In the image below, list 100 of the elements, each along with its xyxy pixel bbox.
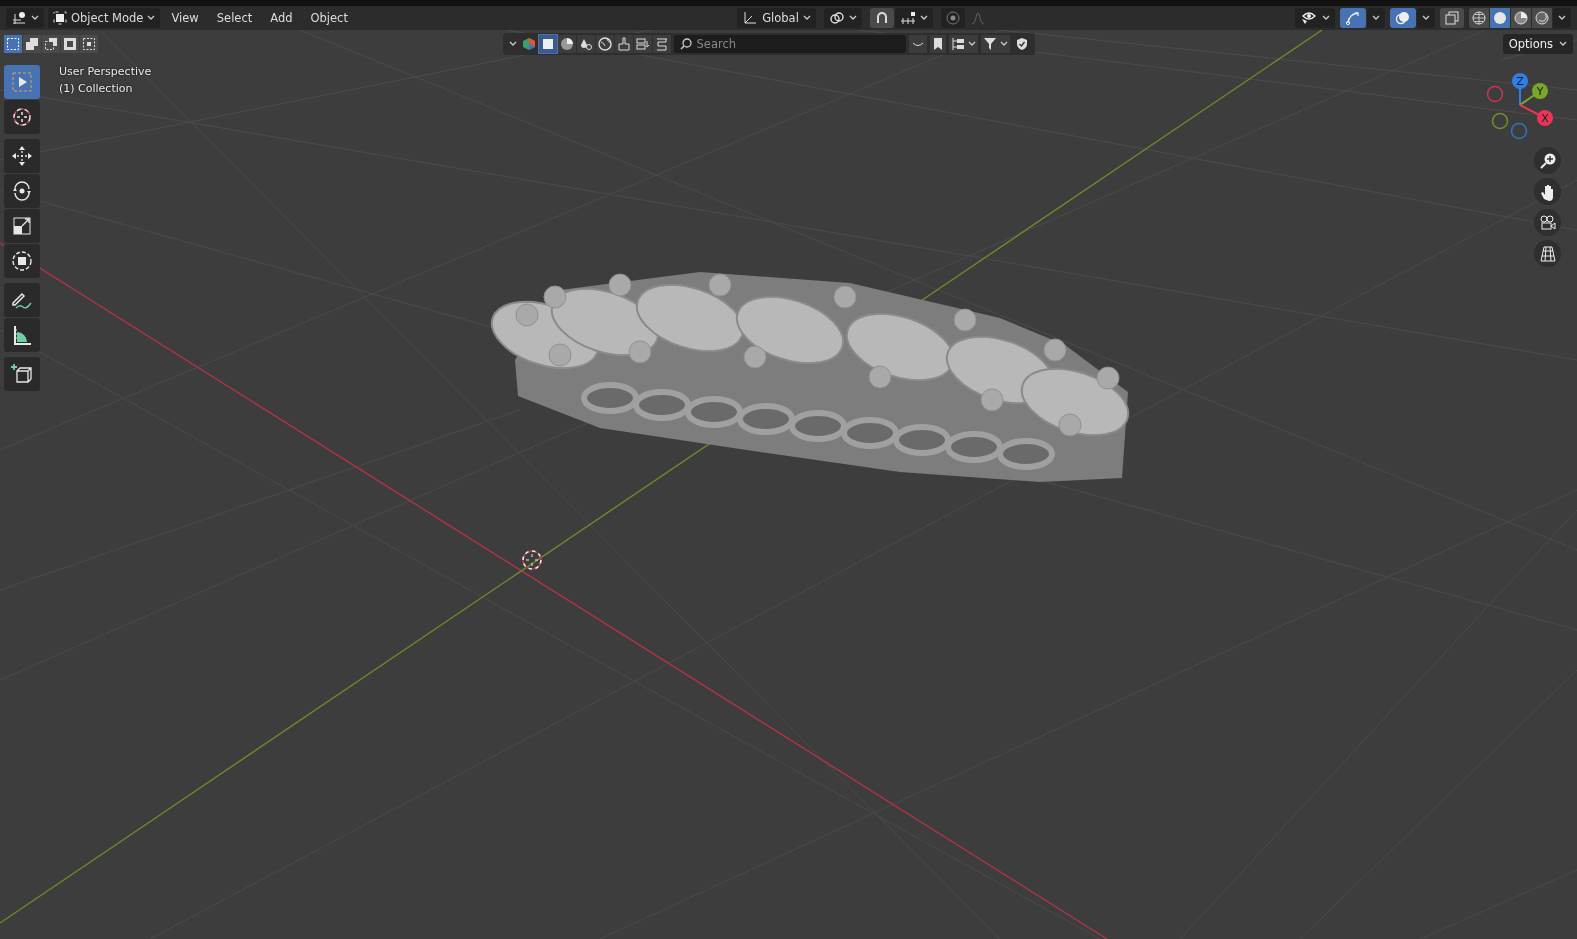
axis-handle[interactable] <box>1510 122 1528 140</box>
collection-label: (1) Collection <box>59 82 134 95</box>
3d-cursor-icon <box>522 550 542 570</box>
selectable-toggle[interactable] <box>538 35 557 53</box>
tool-button[interactable] <box>4 244 40 278</box>
caret-icon <box>508 41 517 47</box>
options-dropdown[interactable]: Options <box>1502 34 1573 54</box>
search-icon <box>679 38 692 50</box>
tool-button[interactable] <box>4 209 40 243</box>
snap-dropdown[interactable] <box>894 8 933 28</box>
gizmo-toggle[interactable] <box>1340 8 1366 28</box>
selection-mode-icon <box>63 37 77 51</box>
link-icon <box>828 11 845 25</box>
tool-button[interactable] <box>4 318 40 352</box>
mode-dropdown[interactable]: Object Mode <box>48 8 161 28</box>
filter-toggle[interactable] <box>576 35 595 53</box>
selection-mode-button[interactable] <box>23 35 41 53</box>
gizmo-icon <box>1345 11 1361 25</box>
xray-icon <box>1445 11 1459 25</box>
filter-toggle[interactable] <box>633 35 652 53</box>
menu-item[interactable]: Add <box>263 8 300 28</box>
tool-button[interactable] <box>4 283 40 317</box>
tool-button[interactable] <box>4 174 40 208</box>
proportional-toggle[interactable] <box>940 8 965 28</box>
axis-handle[interactable]: Y <box>1532 83 1548 99</box>
cube-icon <box>53 11 67 25</box>
caret-icon <box>31 15 39 21</box>
zoom-button[interactable] <box>1534 147 1561 174</box>
filter-toggle[interactable] <box>908 35 927 53</box>
caret-icon <box>1558 15 1566 21</box>
caret-icon <box>1559 41 1567 47</box>
hierarchy-dropdown[interactable] <box>948 35 978 53</box>
menu-item[interactable]: Select <box>209 8 260 28</box>
bookmark-icon <box>931 37 944 51</box>
bookmark-button[interactable] <box>929 35 946 53</box>
xray-toggle[interactable] <box>1440 8 1464 28</box>
circle-icon <box>1493 11 1507 25</box>
selection-mode-icon <box>6 37 20 51</box>
shading-button[interactable] <box>1511 8 1531 28</box>
overlays-dropdown[interactable] <box>1417 8 1435 28</box>
perspective-button[interactable] <box>1534 240 1561 267</box>
route-icon <box>654 37 669 51</box>
selection-mode-button[interactable] <box>4 35 22 53</box>
visibility-dropdown[interactable] <box>1295 8 1335 28</box>
selection-mode-button[interactable] <box>61 35 79 53</box>
orientation-dropdown[interactable]: Global <box>737 8 816 28</box>
axis-handle[interactable]: Z <box>1512 73 1528 89</box>
transform-icon <box>10 249 34 273</box>
sphere-icon <box>1535 11 1549 25</box>
selection-mode-icon <box>82 37 96 51</box>
caret-icon <box>919 15 928 21</box>
caret-icon <box>147 15 156 21</box>
caret-icon <box>1422 15 1430 21</box>
stack-icon <box>635 37 650 51</box>
filter-toggle[interactable] <box>595 35 614 53</box>
shading-dropdown[interactable] <box>1553 8 1571 28</box>
shading-button[interactable] <box>1490 8 1510 28</box>
filter-toggle[interactable] <box>614 35 633 53</box>
selection-mode-button[interactable] <box>42 35 60 53</box>
tool-button[interactable] <box>4 357 40 391</box>
camera-button[interactable] <box>1534 209 1561 236</box>
globe-icon <box>597 37 612 51</box>
selection-mode-icon <box>44 37 58 51</box>
drops-icon <box>578 37 593 51</box>
rotate-icon <box>10 179 34 203</box>
snap-toggle[interactable] <box>869 8 894 28</box>
view-name-label: User Perspective <box>59 65 152 78</box>
add-cube-icon <box>10 362 34 386</box>
select-box-icon <box>10 70 34 94</box>
color-hexagon-icon <box>521 37 536 51</box>
overlay-circles-icon <box>1395 11 1411 25</box>
eye-icon <box>1300 11 1318 25</box>
pie-icon <box>559 37 574 51</box>
gizmo-dropdown[interactable] <box>1367 8 1385 28</box>
move-arrows-icon <box>10 144 34 168</box>
cursor-icon <box>10 105 34 129</box>
pivot-dropdown[interactable] <box>823 8 862 28</box>
selection-mode-button[interactable] <box>80 35 98 53</box>
shading-button[interactable] <box>1532 8 1552 28</box>
overlays-toggle[interactable] <box>1390 8 1416 28</box>
tool-button[interactable] <box>4 100 40 134</box>
pan-button[interactable] <box>1534 178 1561 205</box>
magnet-icon <box>874 11 889 25</box>
scale-icon <box>10 214 34 238</box>
filter-toggle[interactable] <box>652 35 671 53</box>
globe-icon <box>1472 11 1486 25</box>
axis-handle[interactable]: X <box>1537 110 1553 126</box>
tool-button[interactable] <box>4 139 40 173</box>
menu-item[interactable]: View <box>164 8 206 28</box>
editor-type-button[interactable] <box>6 8 44 28</box>
filter-dropdown[interactable] <box>980 35 1010 53</box>
caret-icon <box>802 15 811 21</box>
target-icon <box>945 11 960 25</box>
axis-handle[interactable] <box>1486 85 1504 103</box>
grid-icon <box>1538 244 1557 263</box>
axes-icon <box>742 11 759 25</box>
axis-handle[interactable] <box>1491 112 1509 130</box>
search-field[interactable]: Search <box>673 35 906 53</box>
shading-button[interactable] <box>1469 8 1489 28</box>
menu-item[interactable]: Object <box>303 8 355 28</box>
